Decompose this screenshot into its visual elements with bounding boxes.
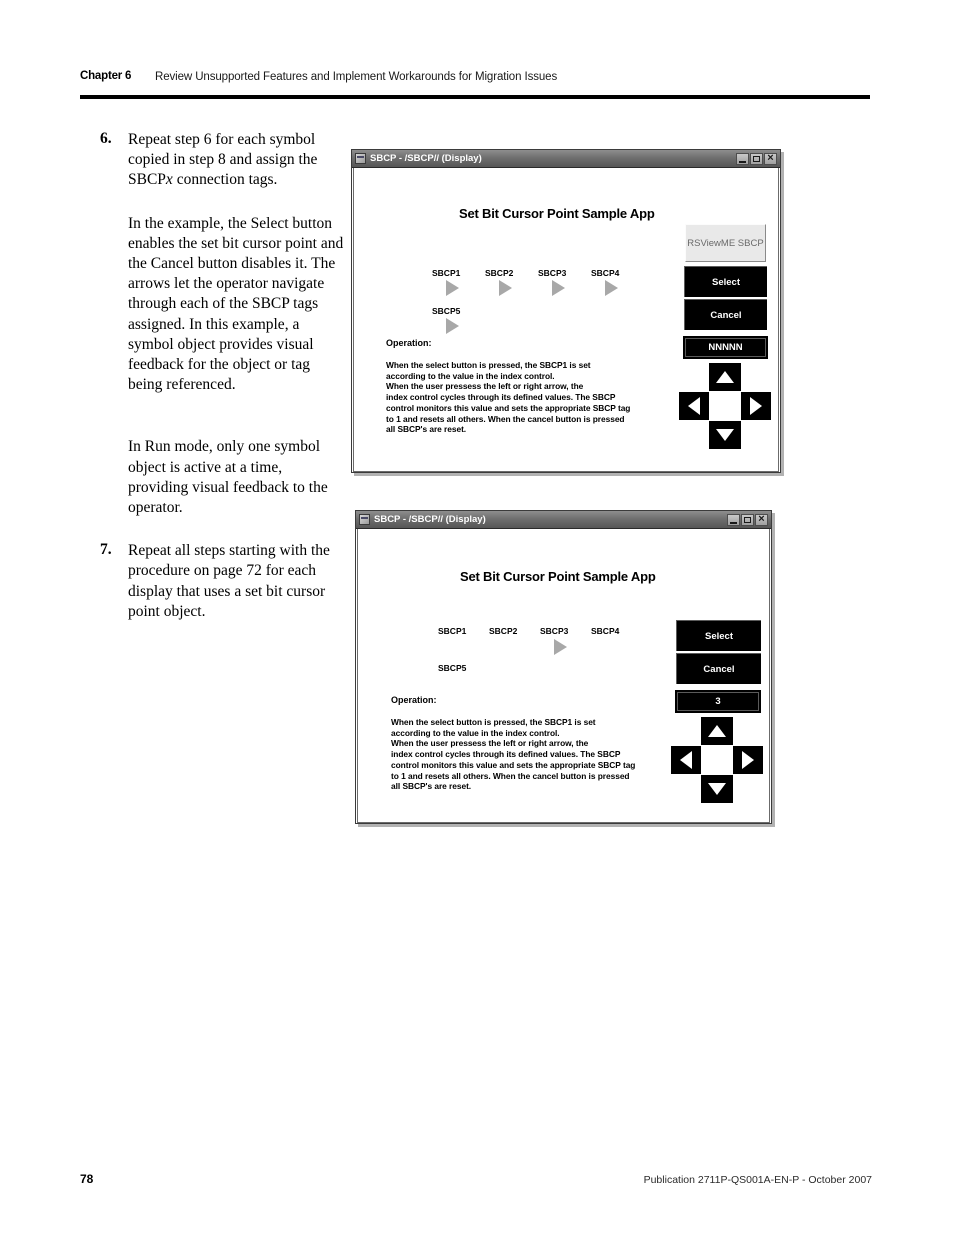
window-1-left-button[interactable]	[679, 392, 709, 420]
window-2-tag-label-sbcp5: SBCP5	[438, 663, 467, 673]
step-6-paragraph-3: In Run mode, only one symbol object is a…	[128, 438, 328, 517]
window-1-symbol-sbcp4	[605, 280, 618, 296]
step-7-number: 7.	[100, 541, 112, 559]
window-2-symbol-sbcp3	[554, 639, 567, 655]
window-2-left-button[interactable]	[671, 746, 701, 774]
window-2-arrow-pad	[671, 717, 763, 803]
window-1-tag-label-sbcp1: SBCP1	[432, 268, 461, 278]
minimize-icon[interactable]	[727, 513, 740, 526]
step-6-number: 6.	[100, 130, 112, 147]
instruction-column: 6. Repeat step 6 for each symbol copied …	[100, 130, 345, 622]
chapter-title: Review Unsupported Features and Implemen…	[155, 70, 558, 83]
close-icon[interactable]: ×	[755, 512, 768, 526]
window-2-operation-label: Operation:	[391, 695, 437, 705]
step-6: 6. Repeat step 6 for each symbol copied …	[100, 130, 345, 191]
step-6-text-italic: x	[165, 171, 173, 189]
window-1-tag-label-sbcp2: SBCP2	[485, 268, 514, 278]
window-1-symbol-sbcp3	[552, 280, 565, 296]
display-icon	[355, 153, 366, 164]
window-1-cancel-button[interactable]: Cancel	[684, 299, 767, 330]
window-1-tag-label-sbcp5: SBCP5	[432, 306, 461, 316]
window-1-symbol-sbcp5	[446, 318, 459, 334]
window-1-operation-label: Operation:	[386, 338, 432, 348]
screenshot-window-2: SBCP - /SBCP// (Display) × Set Bit Curso…	[355, 510, 772, 824]
maximize-icon[interactable]	[750, 152, 763, 165]
display-icon	[359, 514, 370, 525]
up-arrow-icon	[708, 725, 726, 737]
minimize-icon[interactable]	[736, 152, 749, 165]
window-2-index-value: 3	[677, 692, 759, 711]
window-2-titlebar[interactable]: SBCP - /SBCP// (Display) ×	[356, 511, 771, 529]
window-1-right-button[interactable]	[741, 392, 771, 420]
window-2-select-button[interactable]: Select	[676, 620, 761, 651]
window-2-tag-label-sbcp2: SBCP2	[489, 626, 518, 636]
left-arrow-icon	[680, 751, 692, 769]
footer-page-number: 78	[80, 1172, 94, 1186]
window-2-tag-label-sbcp1: SBCP1	[438, 626, 467, 636]
maximize-icon[interactable]	[741, 513, 754, 526]
window-2-down-button[interactable]	[701, 775, 733, 803]
window-1-operation-text: When the select button is pressed, the S…	[386, 360, 631, 435]
window-1-tag-label-sbcp4: SBCP4	[591, 268, 620, 278]
window-2-right-button[interactable]	[733, 746, 763, 774]
window-1-down-button[interactable]	[709, 421, 741, 449]
header-divider	[80, 95, 870, 99]
window-2-controls: ×	[727, 512, 769, 526]
footer-publication: Publication 2711P-QS001A-EN-P - October …	[643, 1174, 872, 1186]
window-1-up-button[interactable]	[709, 363, 741, 391]
window-1-index-display[interactable]: NNNNN	[683, 336, 768, 359]
window-1-app-title: Set Bit Cursor Point Sample App	[459, 206, 655, 221]
window-2-operation-text: When the select button is pressed, the S…	[391, 717, 636, 792]
step-7: 7. Repeat all steps starting with the pr…	[100, 541, 345, 622]
window-1-symbol-sbcp1	[446, 280, 459, 296]
window-1-titlebar[interactable]: SBCP - /SBCP// (Display) ×	[352, 150, 780, 168]
window-1-arrow-pad	[679, 363, 771, 449]
window-2-cancel-button[interactable]: Cancel	[676, 653, 761, 684]
window-2-canvas: Set Bit Cursor Point Sample App SBCP1 SB…	[357, 529, 770, 823]
window-2-app-title: Set Bit Cursor Point Sample App	[460, 569, 656, 584]
window-2-tag-label-sbcp4: SBCP4	[591, 626, 620, 636]
chapter-label: Chapter 6	[80, 70, 132, 82]
window-2-up-button[interactable]	[701, 717, 733, 745]
close-icon[interactable]: ×	[764, 151, 777, 165]
window-1-select-button[interactable]: Select	[684, 266, 767, 297]
right-arrow-icon	[742, 751, 754, 769]
step-6-text-end: connection tags.	[172, 171, 278, 189]
close-glyph: ×	[767, 151, 774, 164]
down-arrow-icon	[708, 783, 726, 795]
window-1-symbol-panel: RSViewME SBCP	[685, 224, 766, 262]
close-glyph: ×	[758, 512, 765, 525]
window-1-symbol-sbcp2	[499, 280, 512, 296]
step-6-paragraph-2: In the example, the Select button enable…	[128, 214, 344, 394]
window-2-index-display[interactable]: 3	[675, 690, 761, 713]
screenshot-window-1: SBCP - /SBCP// (Display) × Set Bit Curso…	[351, 149, 781, 473]
window-1-title: SBCP - /SBCP// (Display)	[370, 153, 482, 164]
down-arrow-icon	[716, 429, 734, 441]
window-1-canvas: Set Bit Cursor Point Sample App SBCP1 SB…	[353, 168, 779, 472]
right-arrow-icon	[750, 397, 762, 415]
window-1-index-value: NNNNN	[685, 338, 766, 357]
window-1-tag-label-sbcp3: SBCP3	[538, 268, 567, 278]
left-arrow-icon	[688, 397, 700, 415]
up-arrow-icon	[716, 371, 734, 383]
step-6-text: Repeat step 6 for each symbol copied in …	[128, 130, 345, 191]
step-7-text: Repeat all steps starting with the proce…	[128, 542, 330, 620]
window-1-controls: ×	[736, 151, 778, 165]
window-2-title: SBCP - /SBCP// (Display)	[374, 514, 486, 525]
window-2-tag-label-sbcp3: SBCP3	[540, 626, 569, 636]
